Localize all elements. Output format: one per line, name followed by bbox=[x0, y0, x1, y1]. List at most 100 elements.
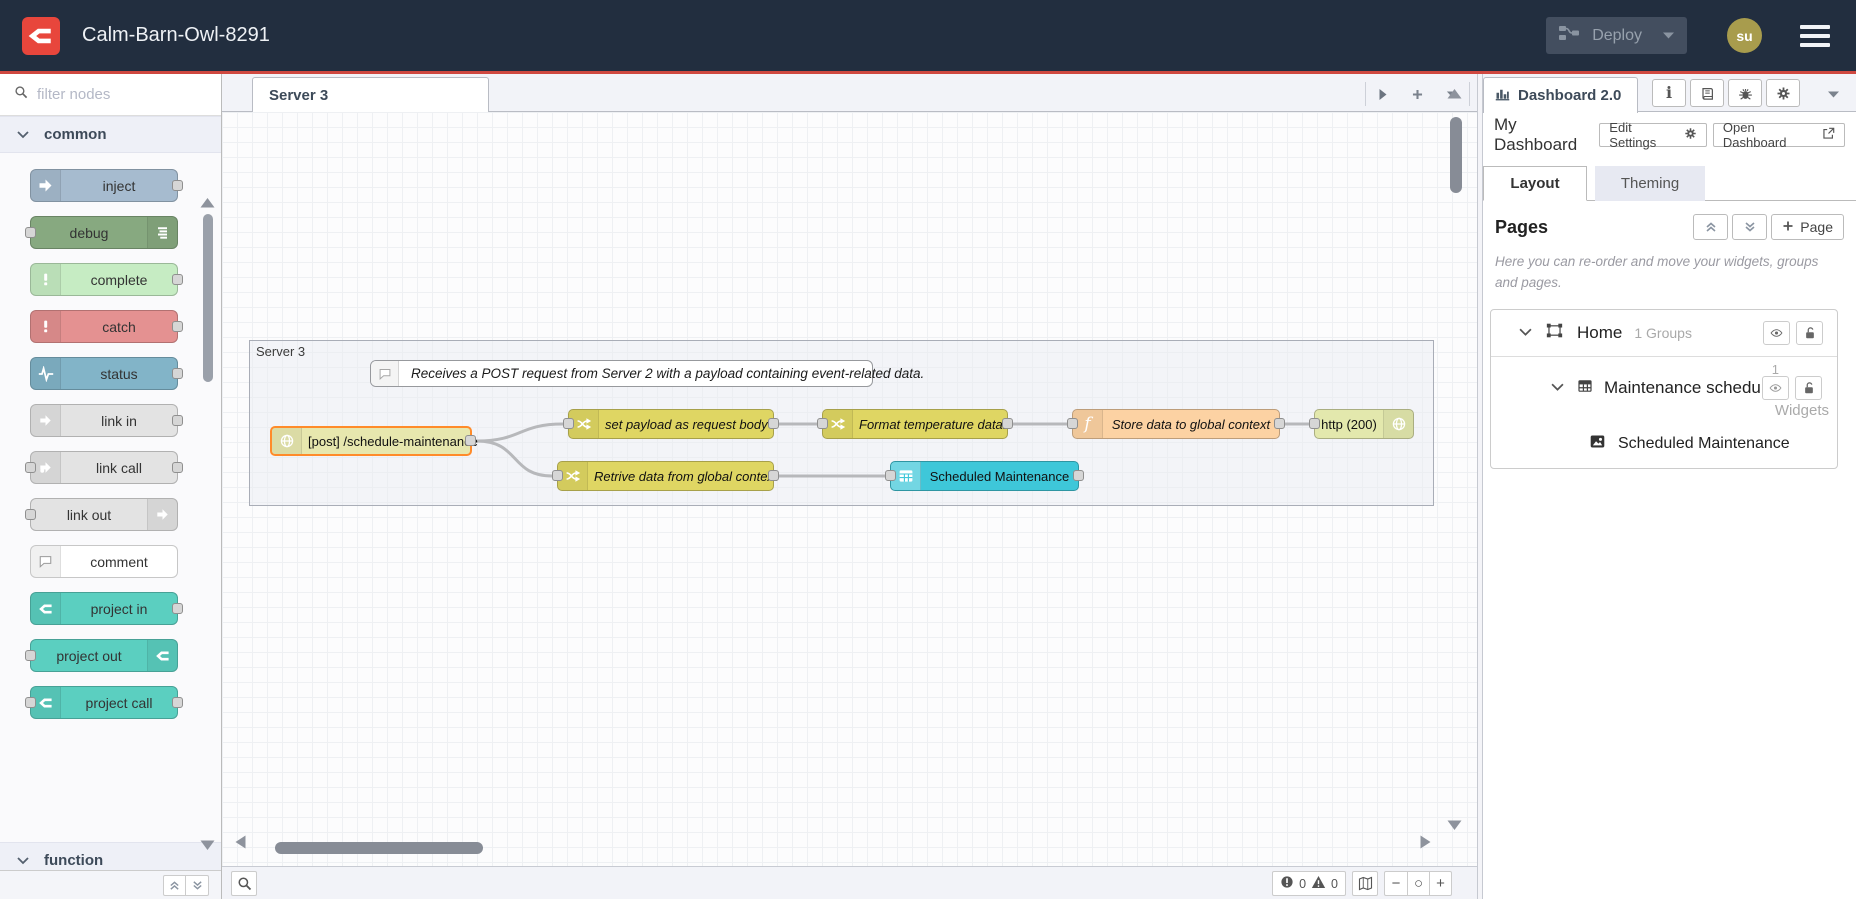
flowfuse-logo-icon bbox=[22, 16, 60, 55]
canvas-scroll-down-icon[interactable] bbox=[1446, 819, 1463, 837]
expand-all-button[interactable] bbox=[186, 874, 209, 896]
palette-node-link-out[interactable]: link out bbox=[25, 498, 178, 531]
palette-scroll-down-icon[interactable] bbox=[199, 839, 216, 857]
chevron-down-icon bbox=[17, 852, 29, 869]
input-port[interactable] bbox=[817, 418, 828, 429]
navigator-map-button[interactable] bbox=[1352, 871, 1378, 896]
collapse-all-button[interactable] bbox=[163, 874, 186, 896]
node-port bbox=[172, 367, 183, 379]
palette-node-catch[interactable]: catch bbox=[30, 310, 183, 343]
zoom-reset-button[interactable]: ○ bbox=[1407, 872, 1429, 895]
group-lock-button[interactable] bbox=[1795, 375, 1822, 400]
workspace: Server 3 Server 3 Receives a POST reques… bbox=[222, 74, 1477, 899]
comment-text: Receives a POST request from Server 2 wi… bbox=[411, 366, 925, 381]
flow-tab-server-3[interactable]: Server 3 bbox=[252, 77, 489, 113]
tab-scroll-right-icon[interactable] bbox=[1366, 82, 1400, 106]
comment-node[interactable]: Receives a POST request from Server 2 wi… bbox=[370, 360, 924, 387]
palette-node-status[interactable]: status bbox=[30, 357, 183, 390]
node-port bbox=[172, 320, 183, 332]
page-lock-button[interactable] bbox=[1796, 320, 1823, 345]
palette-node-link-in[interactable]: link in bbox=[30, 404, 183, 437]
output-port[interactable] bbox=[768, 470, 779, 481]
palette-node-project-out[interactable]: project out bbox=[25, 639, 178, 672]
tab-layout[interactable]: Layout bbox=[1483, 166, 1587, 201]
flow-canvas[interactable]: Server 3 Receives a POST request from Se… bbox=[222, 112, 1477, 866]
flow-node-change-retrieve[interactable]: Retrive data from global context bbox=[552, 461, 779, 491]
help-book-button[interactable] bbox=[1690, 79, 1724, 107]
palette-node-debug[interactable]: debug bbox=[25, 216, 178, 249]
page-visibility-button[interactable] bbox=[1763, 320, 1790, 345]
output-port[interactable] bbox=[1002, 418, 1013, 429]
edit-settings-button[interactable]: Edit Settings bbox=[1599, 120, 1707, 150]
output-port[interactable] bbox=[465, 435, 476, 446]
palette-category-common[interactable]: common bbox=[0, 116, 221, 153]
open-dashboard-button[interactable]: Open Dashboard bbox=[1712, 120, 1845, 150]
palette-search-input[interactable] bbox=[37, 86, 187, 103]
input-port[interactable] bbox=[552, 470, 563, 481]
chevron-down-icon[interactable] bbox=[1551, 379, 1564, 397]
notification-badges[interactable]: 0 0 bbox=[1272, 871, 1346, 896]
tab-theming[interactable]: Theming bbox=[1595, 166, 1705, 201]
deploy-icon bbox=[1558, 24, 1580, 47]
palette-scrollbar-thumb[interactable] bbox=[203, 214, 213, 382]
debug-bug-button[interactable] bbox=[1728, 79, 1762, 107]
image-widget-icon bbox=[1588, 433, 1607, 455]
canvas-scroll-left-icon[interactable] bbox=[234, 834, 247, 855]
node-port bbox=[172, 602, 183, 614]
group-widget-count-label: Widgets bbox=[1774, 401, 1829, 419]
add-page-button[interactable]: Page bbox=[1771, 214, 1844, 240]
palette-scroll-up-icon[interactable] bbox=[199, 196, 216, 214]
palette-node-complete[interactable]: complete bbox=[30, 263, 183, 296]
canvas-scroll-right-icon[interactable] bbox=[1419, 834, 1432, 855]
palette-node-project-call[interactable]: project call bbox=[25, 686, 183, 719]
globe-icon bbox=[272, 428, 302, 454]
deploy-dropdown-icon[interactable] bbox=[1662, 27, 1675, 45]
output-port[interactable] bbox=[1274, 418, 1285, 429]
tree-row-page-home[interactable]: Home 1 Groups bbox=[1491, 310, 1837, 357]
canvas-search-button[interactable] bbox=[231, 871, 257, 896]
input-port[interactable] bbox=[563, 418, 574, 429]
info-button[interactable]: i bbox=[1652, 79, 1686, 107]
canvas-vscrollbar-thumb[interactable] bbox=[1450, 117, 1462, 193]
input-port[interactable] bbox=[885, 470, 896, 481]
node-port bbox=[25, 696, 36, 708]
add-flow-icon[interactable] bbox=[1400, 82, 1434, 106]
settings-gear-button[interactable] bbox=[1766, 79, 1800, 107]
warning-icon bbox=[1311, 875, 1326, 892]
output-port[interactable] bbox=[1073, 470, 1084, 481]
chevron-down-icon bbox=[17, 126, 29, 143]
flow-node-http-in[interactable]: [post] /schedule-maintenance bbox=[270, 426, 478, 456]
user-avatar[interactable]: su bbox=[1727, 18, 1762, 53]
zoom-controls: − ○ + bbox=[1384, 871, 1452, 896]
layout-theming-tabs: Layout Theming bbox=[1483, 166, 1856, 201]
palette-node-inject[interactable]: inject bbox=[30, 169, 183, 202]
zoom-out-button[interactable]: − bbox=[1385, 872, 1407, 895]
main-menu-button[interactable] bbox=[1800, 24, 1830, 47]
expand-all-pages-button[interactable] bbox=[1732, 214, 1768, 240]
palette-node-project-in[interactable]: project in bbox=[30, 592, 183, 625]
palette-search[interactable] bbox=[0, 74, 221, 116]
tab-dashboard-2[interactable]: Dashboard 2.0 bbox=[1483, 77, 1638, 113]
input-port[interactable] bbox=[1309, 418, 1320, 429]
canvas-scroll-up-icon[interactable] bbox=[1446, 87, 1463, 105]
group-table-icon bbox=[1576, 378, 1594, 399]
tree-row-group-maintenance[interactable]: Maintenance schedul... 1 Widgets bbox=[1491, 357, 1837, 420]
canvas-hscrollbar-thumb[interactable] bbox=[275, 842, 483, 854]
tree-row-widget-scheduled-maintenance[interactable]: Scheduled Maintenance bbox=[1491, 420, 1837, 468]
flow-node-change-set-payload[interactable]: set payload as request body bbox=[563, 409, 779, 439]
flow-node-http-response[interactable]: http (200) bbox=[1309, 409, 1414, 439]
input-port[interactable] bbox=[1067, 418, 1078, 429]
sidebar-dropdown-icon[interactable] bbox=[1827, 86, 1840, 104]
output-port[interactable] bbox=[768, 418, 779, 429]
palette-node-comment[interactable]: comment bbox=[30, 545, 178, 578]
deploy-button[interactable]: Deploy bbox=[1546, 17, 1687, 54]
palette-node-link-call[interactable]: link call bbox=[25, 451, 183, 484]
flow-node-ui-table[interactable]: Scheduled Maintenance bbox=[885, 461, 1084, 491]
collapse-all-pages-button[interactable] bbox=[1693, 214, 1729, 240]
group-visibility-button[interactable] bbox=[1762, 375, 1789, 400]
flow-node-function-store[interactable]: f Store data to global context bbox=[1067, 409, 1285, 439]
flow-node-change-format-temp[interactable]: Format temperature data. bbox=[817, 409, 1013, 439]
zoom-in-button[interactable]: + bbox=[1429, 872, 1451, 895]
speech-bubble-icon bbox=[31, 546, 61, 577]
chevron-down-icon[interactable] bbox=[1519, 324, 1532, 342]
